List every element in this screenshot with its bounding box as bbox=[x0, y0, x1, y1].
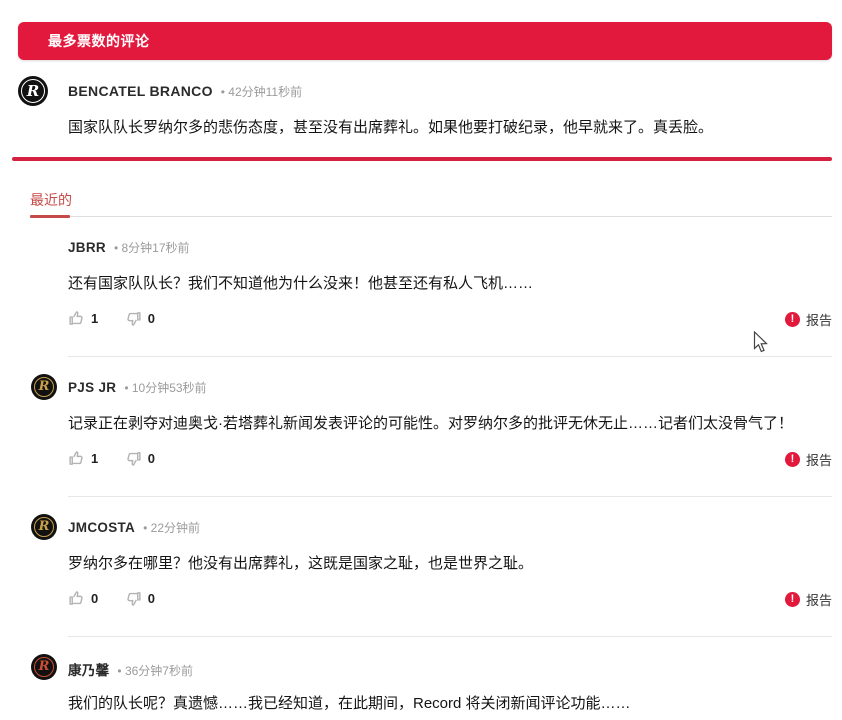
like-count: 1 bbox=[91, 451, 98, 466]
dislike-count: 0 bbox=[148, 591, 155, 606]
report-label: 报告 bbox=[806, 310, 832, 329]
comment-divider bbox=[68, 496, 832, 497]
dislike-count: 0 bbox=[148, 451, 155, 466]
comment-header: 康乃馨 • 36分钟7秒前 bbox=[68, 659, 193, 679]
like-count: 1 bbox=[91, 311, 98, 326]
record-logo-icon: R bbox=[21, 79, 45, 103]
like-button[interactable]: 0 bbox=[68, 590, 98, 607]
comment-avatar: R bbox=[31, 654, 57, 680]
thumb-up-icon bbox=[68, 310, 85, 327]
comment-timestamp: • 36分钟7秒前 bbox=[117, 662, 193, 679]
comment-header: JBRR • 8分钟17秒前 bbox=[68, 239, 190, 256]
comment-timestamp: • 8分钟17秒前 bbox=[114, 239, 190, 256]
comment-author: PJS JR bbox=[68, 380, 116, 395]
comment-divider bbox=[68, 636, 832, 637]
report-button[interactable]: ! 报告 bbox=[785, 590, 832, 609]
featured-comment-author: BENCATEL BRANCO bbox=[68, 83, 213, 99]
record-logo-icon: R bbox=[34, 657, 55, 678]
featured-comment-header: BENCATEL BRANCO • 42分钟11秒前 bbox=[68, 83, 302, 100]
like-button[interactable]: 1 bbox=[68, 450, 98, 467]
most-voted-banner-title: 最多票数的评论 bbox=[48, 31, 150, 51]
comment-text: 记录正在剥夺对迪奥戈·若塔葬礼新闻发表评论的可能性。对罗纳尔多的批评无休无止……… bbox=[68, 413, 816, 434]
like-count: 0 bbox=[91, 591, 98, 606]
most-voted-banner: 最多票数的评论 bbox=[18, 22, 832, 60]
comment-avatar: R bbox=[31, 374, 57, 400]
featured-comment-text: 国家队队长罗纳尔多的悲伤态度，甚至没有出席葬礼。如果他要打破纪录，他早就来了。真… bbox=[68, 117, 808, 139]
thumb-down-icon bbox=[125, 310, 142, 327]
comments-tabbar: 最近的 bbox=[30, 190, 832, 217]
comment-author: JMCOSTA bbox=[68, 520, 135, 535]
comment-text: 还有国家队队长？我们不知道他为什么没来！他甚至还有私人飞机…… bbox=[68, 273, 816, 294]
like-button[interactable]: 1 bbox=[68, 310, 98, 327]
comment-header: JMCOSTA • 22分钟前 bbox=[68, 519, 200, 536]
comment-timestamp: • 22分钟前 bbox=[143, 519, 200, 536]
thumb-down-icon bbox=[125, 450, 142, 467]
report-exclamation-icon: ! bbox=[785, 452, 800, 467]
featured-comment-timestamp: • 42分钟11秒前 bbox=[221, 83, 302, 100]
comments-page: 最多票数的评论 R BENCATEL BRANCO • 42分钟11秒前 国家队… bbox=[0, 0, 842, 720]
thumb-up-icon bbox=[68, 450, 85, 467]
dislike-button[interactable]: 0 bbox=[125, 590, 155, 607]
dislike-count: 0 bbox=[148, 311, 155, 326]
report-label: 报告 bbox=[806, 450, 832, 469]
dislike-button[interactable]: 0 bbox=[125, 310, 155, 327]
comment-item: R PJS JR • 10分钟53秒前 记录正在剥夺对迪奥戈·若塔葬礼新闻发表评… bbox=[0, 370, 842, 510]
comment-divider bbox=[68, 356, 832, 357]
tab-recent[interactable]: 最近的 bbox=[30, 190, 80, 216]
comment-timestamp: • 10分钟53秒前 bbox=[124, 379, 206, 396]
comment-actions: 0 0 ! 报告 bbox=[68, 590, 832, 612]
report-exclamation-icon: ! bbox=[785, 592, 800, 607]
thumb-up-icon bbox=[68, 590, 85, 607]
comment-actions: 1 0 ! 报告 bbox=[68, 310, 832, 332]
featured-comment-avatar: R bbox=[18, 76, 48, 106]
comment-author: 康乃馨 bbox=[68, 659, 109, 679]
comment-text: 罗纳尔多在哪里？他没有出席葬礼，这既是国家之耻，也是世界之耻。 bbox=[68, 553, 816, 574]
dislike-button[interactable]: 0 bbox=[125, 450, 155, 467]
featured-section-bottom-border bbox=[12, 157, 832, 161]
comment-header: PJS JR • 10分钟53秒前 bbox=[68, 379, 207, 396]
comment-text: 我们的队长呢？真遗憾……我已经知道，在此期间，Record 将关闭新闻评论功能…… bbox=[68, 693, 816, 714]
record-logo-icon: R bbox=[34, 377, 55, 398]
mouse-cursor bbox=[753, 331, 769, 353]
comment-actions: 1 0 ! 报告 bbox=[68, 450, 832, 472]
comment-item: JBRR • 8分钟17秒前 还有国家队队长？我们不知道他为什么没来！他甚至还有… bbox=[0, 230, 842, 370]
comment-item: R 康乃馨 • 36分钟7秒前 我们的队长呢？真遗憾……我已经知道，在此期间，R… bbox=[0, 650, 842, 720]
comment-item: R JMCOSTA • 22分钟前 罗纳尔多在哪里？他没有出席葬礼，这既是国家之… bbox=[0, 510, 842, 650]
thumb-down-icon bbox=[125, 590, 142, 607]
report-label: 报告 bbox=[806, 590, 832, 609]
report-button[interactable]: ! 报告 bbox=[785, 310, 832, 329]
comment-author: JBRR bbox=[68, 240, 106, 255]
report-button[interactable]: ! 报告 bbox=[785, 450, 832, 469]
comment-avatar: R bbox=[31, 514, 57, 540]
record-logo-icon: R bbox=[34, 517, 55, 538]
report-exclamation-icon: ! bbox=[785, 312, 800, 327]
